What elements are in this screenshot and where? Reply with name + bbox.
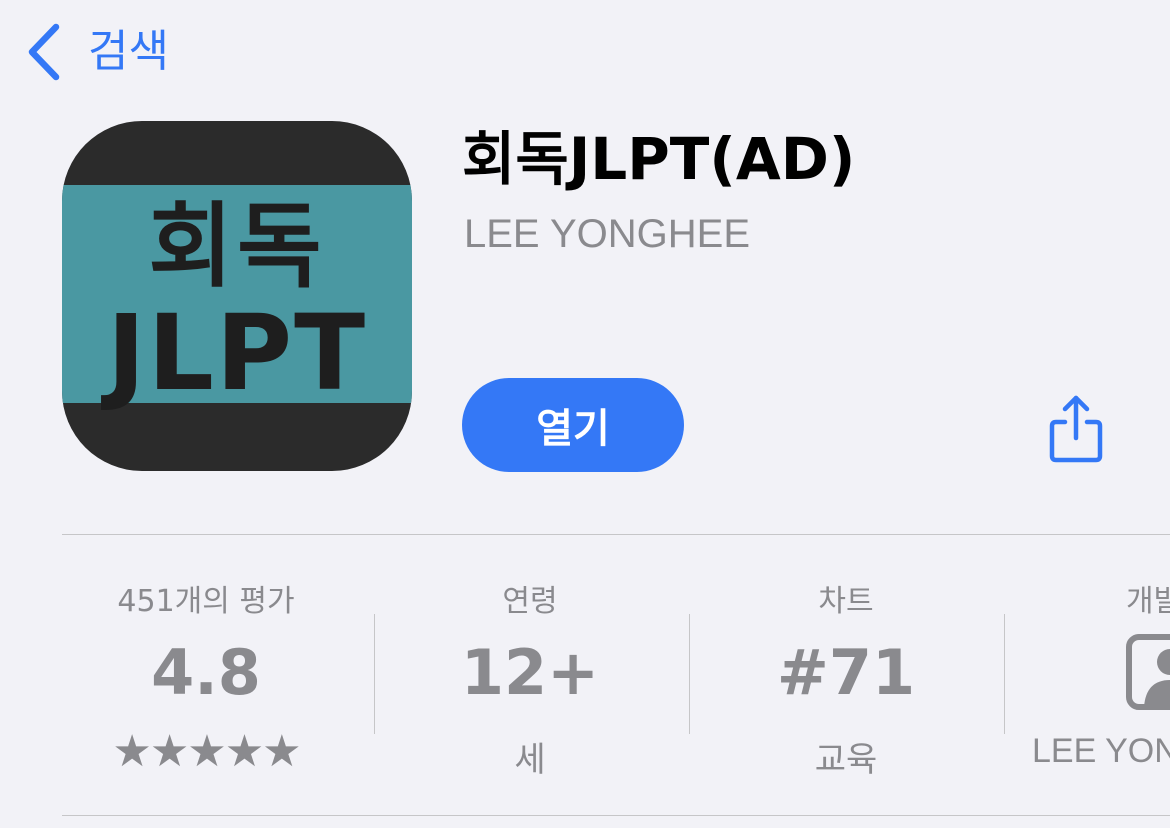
back-label: 검색 <box>88 26 169 77</box>
stat-separator <box>689 614 690 734</box>
app-icon: 회독 JLPT <box>62 121 412 471</box>
age-unit: 세 <box>514 740 546 780</box>
stat-age[interactable]: 연령 12+ 세 <box>380 534 680 815</box>
rating-stars: ★★★★★ <box>112 726 301 777</box>
share-button[interactable] <box>1046 392 1106 464</box>
age-value: 12+ <box>460 636 600 709</box>
ratings-count-label: 451개의 평가 <box>117 584 295 619</box>
chevron-left-icon <box>28 23 60 81</box>
chart-label: 차트 <box>818 584 874 619</box>
developer-stat-name: LEE YON <box>1032 732 1170 770</box>
stat-separator <box>374 614 375 734</box>
rating-value: 4.8 <box>151 636 261 709</box>
developer-link[interactable]: LEE YONGHEE <box>464 212 750 256</box>
chart-rank: #71 <box>776 636 916 709</box>
stat-ratings[interactable]: 451개의 평가 4.8 ★★★★★ <box>56 534 356 815</box>
stats-bottom-divider <box>62 815 1170 816</box>
app-icon-text-line2: JLPT <box>106 292 368 414</box>
app-title: 회독JLPT(AD) <box>462 125 856 193</box>
stat-chart[interactable]: 차트 #71 교육 <box>696 534 996 815</box>
open-button-label: 열기 <box>536 406 610 452</box>
age-label: 연령 <box>502 584 558 619</box>
back-button[interactable]: 검색 <box>24 20 169 84</box>
app-icon-text-line1: 회독 <box>148 193 326 300</box>
share-icon <box>1049 395 1103 463</box>
developer-stat-label: 개발 <box>1126 584 1170 619</box>
chart-category: 교육 <box>814 740 878 780</box>
stat-separator <box>1004 614 1005 734</box>
person-icon <box>1126 634 1170 710</box>
stat-developer[interactable]: 개발 LEE YON <box>1006 534 1170 815</box>
open-button[interactable]: 열기 <box>462 378 684 472</box>
